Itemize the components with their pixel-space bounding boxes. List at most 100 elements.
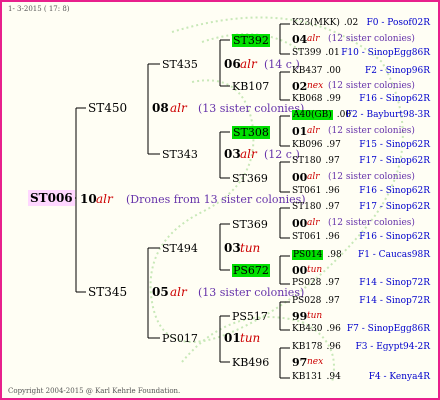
gen1-note: (13 sister colonies) bbox=[198, 102, 305, 115]
gen4-val: .02 bbox=[343, 18, 359, 28]
gen4-location: F17 - Sinop62R bbox=[359, 202, 430, 212]
gen2-num: 01 bbox=[224, 331, 241, 345]
gen4-queen[interactable]: ST180.97 bbox=[292, 203, 340, 212]
gen2-queen[interactable]: ST435 bbox=[162, 59, 198, 70]
gen3-queen[interactable]: ST369 bbox=[232, 219, 268, 230]
gen4-location: F15 - Sinop62R bbox=[359, 140, 430, 150]
gen4-val: .96 bbox=[326, 324, 341, 334]
gen4-location: F17 - Sinop62R bbox=[359, 156, 430, 166]
gen2-tag: alr bbox=[240, 57, 257, 71]
gen3-note: (12 sister colonies) bbox=[328, 81, 415, 91]
gen4-location: F2 - Sinop96R bbox=[365, 66, 430, 76]
gen3-queen[interactable]: PS672 bbox=[232, 264, 270, 277]
gen4-queen[interactable]: ST061.96 bbox=[292, 187, 340, 196]
gen3-num: 99 bbox=[292, 310, 308, 323]
gen2-queen[interactable]: ST343 bbox=[162, 149, 198, 160]
gen3-note: (12 sister colonies) bbox=[328, 34, 415, 44]
gen4-val: .97 bbox=[326, 140, 341, 150]
gen4-val: .99 bbox=[326, 94, 341, 104]
gen3-num: 00 bbox=[292, 264, 308, 277]
gen3-note: (12 sister colonies) bbox=[328, 172, 415, 182]
gen3-queen[interactable]: PS517 bbox=[232, 311, 268, 322]
gen4-queen[interactable]: KB068.99 bbox=[292, 95, 341, 104]
gen4-queen[interactable]: PS028.97 bbox=[292, 279, 340, 288]
copyright: Copyright 2004-2015 @ Karl Kehrle Founda… bbox=[8, 387, 181, 395]
gen4-location: F16 - Sinop62R bbox=[359, 94, 430, 104]
gen2-tag: alr bbox=[240, 147, 257, 161]
gen3-num: 00 bbox=[292, 171, 308, 184]
gen2-queen[interactable]: PS017 bbox=[162, 333, 198, 344]
gen4-val: .97 bbox=[325, 156, 340, 166]
gen3-tag: alr bbox=[307, 126, 320, 136]
gen2-num: 06 bbox=[224, 57, 241, 71]
gen4-val: .96 bbox=[325, 232, 340, 242]
gen4-queen[interactable]: KB430.96 bbox=[292, 325, 341, 334]
gen4-queen[interactable]: PS014.98 bbox=[292, 250, 342, 260]
root-queen[interactable]: ST006 bbox=[28, 190, 75, 206]
gen1-tag: alr bbox=[170, 101, 187, 115]
gen1-note: (13 sister colonies) bbox=[198, 286, 305, 299]
gen3-num: 02 bbox=[292, 80, 308, 93]
gen3-num: 97 bbox=[292, 356, 308, 369]
gen1-queen[interactable]: ST345 bbox=[88, 286, 127, 298]
gen4-queen[interactable]: ST061.96 bbox=[292, 233, 340, 242]
gen4-location: F14 - Sinop72R bbox=[359, 296, 430, 306]
gen1-num: 08 bbox=[152, 101, 169, 115]
gen1-num: 05 bbox=[152, 285, 169, 299]
gen3-tag: alr bbox=[307, 34, 320, 44]
gen4-queen[interactable]: KB131.94 bbox=[292, 373, 341, 382]
gen2-num: 03 bbox=[224, 241, 241, 255]
gen3-queen[interactable]: ST392 bbox=[232, 34, 270, 47]
gen4-location: F3 - Egypt94-2R bbox=[355, 342, 430, 352]
gen3-queen[interactable]: KB107 bbox=[232, 81, 269, 92]
gen1-queen[interactable]: ST450 bbox=[88, 102, 127, 114]
gen3-num: 01 bbox=[292, 125, 308, 138]
gen3-tag: tun bbox=[307, 311, 323, 321]
gen4-queen[interactable]: ST180.97 bbox=[292, 157, 340, 166]
gen4-location: F16 - Sinop62R bbox=[359, 186, 430, 196]
gen3-queen[interactable]: ST308 bbox=[232, 126, 270, 139]
gen3-queen[interactable]: KB496 bbox=[232, 357, 269, 368]
gen4-queen[interactable]: KB437.00 bbox=[292, 67, 341, 76]
gen4-queen[interactable]: KB096.97 bbox=[292, 141, 341, 150]
gen1-tag: alr bbox=[170, 285, 187, 299]
gen4-queen[interactable]: K23(MKK) .02 bbox=[292, 19, 358, 28]
gen3-num: 04 bbox=[292, 33, 308, 46]
gen4-location: F2 - Bayburt98-3R bbox=[345, 110, 430, 120]
gen4-val: .97 bbox=[325, 202, 340, 212]
gen4-location: F0 - Posof02R bbox=[366, 18, 430, 28]
gen4-val: .97 bbox=[325, 296, 340, 306]
gen4-location: F10 - SinopEgg86R bbox=[341, 48, 430, 58]
gen4-val: .00 bbox=[326, 66, 341, 76]
gen3-note: (12 sister colonies) bbox=[328, 126, 415, 136]
gen4-val: .94 bbox=[326, 372, 341, 382]
gen4-queen[interactable]: ST399.01 bbox=[292, 49, 340, 58]
gen4-val: .01 bbox=[325, 48, 340, 58]
gen4-location: F7 - SinopEgg86R bbox=[346, 324, 430, 334]
gen2-tag: tun bbox=[240, 331, 261, 345]
gen2-queen[interactable]: ST494 bbox=[162, 243, 198, 254]
gen3-queen[interactable]: ST369 bbox=[232, 173, 268, 184]
gen4-queen[interactable]: A40(GB) .00 bbox=[292, 110, 351, 120]
gen4-queen[interactable]: PS028.97 bbox=[292, 297, 340, 306]
gen3-tag: nex bbox=[307, 357, 324, 367]
gen4-location: F16 - Sinop62R bbox=[359, 232, 430, 242]
gen3-tag: nex bbox=[307, 81, 324, 91]
gen4-queen[interactable]: KB178.96 bbox=[292, 343, 341, 352]
gen3-tag: alr bbox=[307, 172, 320, 182]
gen3-tag: tun bbox=[307, 265, 323, 275]
gen4-location: F1 - Caucas98R bbox=[357, 250, 430, 260]
gen4-val: .96 bbox=[325, 186, 340, 196]
gen3-note: (12 sister colonies) bbox=[328, 218, 415, 228]
gen4-val: .98 bbox=[327, 250, 342, 260]
gen2-num: 03 bbox=[224, 147, 241, 161]
gen3-num: 00 bbox=[292, 217, 308, 230]
gen4-location: F14 - Sinop72R bbox=[359, 278, 430, 288]
gen2-tag: tun bbox=[240, 241, 261, 255]
root-note: (Drones from 13 sister colonies) bbox=[126, 193, 306, 206]
root-num: 10 bbox=[80, 192, 97, 206]
gen3-tag: alr bbox=[307, 218, 320, 228]
gen4-location: F4 - Kenya4R bbox=[368, 372, 430, 382]
gen4-val: .96 bbox=[326, 342, 341, 352]
pedigree-frame: 1- 3-2015 ( 17: 8) ST006 10 alr (Drones … bbox=[0, 0, 440, 400]
